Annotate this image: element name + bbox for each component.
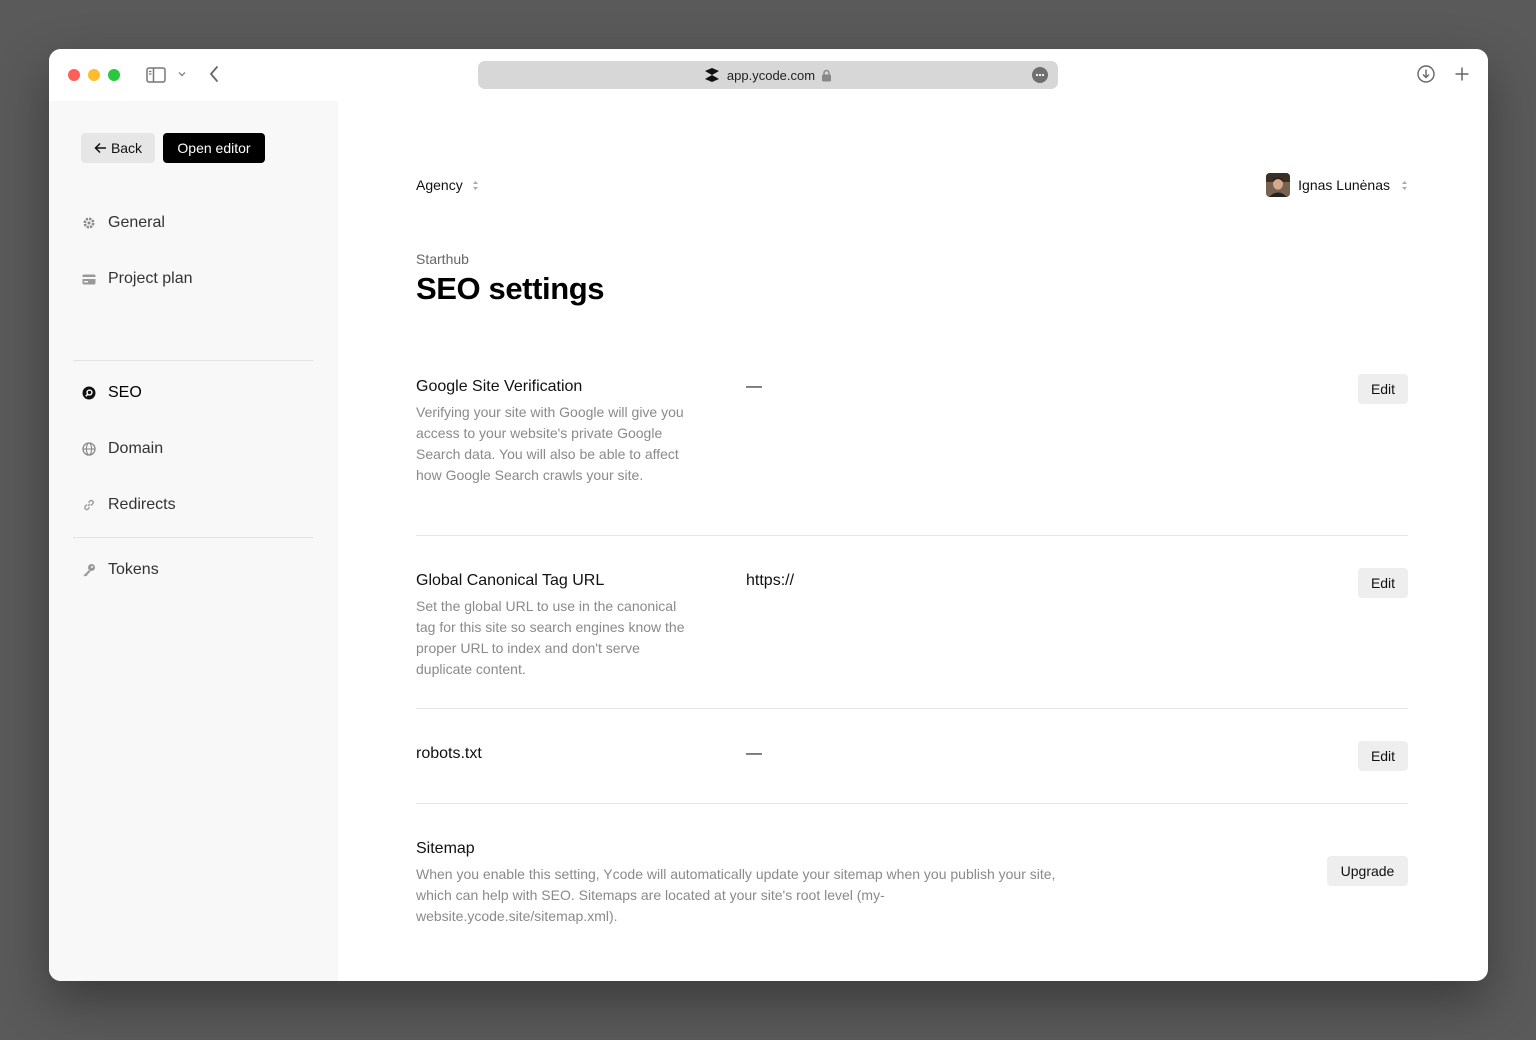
avatar <box>1266 173 1291 197</box>
sidebar-item-label: SEO <box>108 384 142 401</box>
sidebar-item-seo[interactable]: SEO <box>81 381 142 405</box>
setting-value: https:// <box>746 572 795 589</box>
gear-icon <box>81 215 97 231</box>
globe-icon <box>81 441 97 457</box>
sidebar-divider <box>73 537 313 538</box>
breadcrumb: Starthub <box>416 251 469 267</box>
workspace-select[interactable]: Agency <box>416 177 479 193</box>
new-tab-icon[interactable] <box>1452 64 1472 84</box>
setting-title: Sitemap <box>416 840 475 857</box>
row-divider <box>416 535 1408 536</box>
arrow-left-icon <box>94 142 107 154</box>
sidebar-item-label: General <box>108 214 165 231</box>
setting-value: — <box>746 745 762 762</box>
browser-window: app.ycode.com Back Open editor General P… <box>49 49 1488 981</box>
ycode-logo-icon <box>703 67 721 83</box>
open-editor-button[interactable]: Open editor <box>163 133 265 163</box>
setting-sitemap: Sitemap When you enable this setting, Yc… <box>416 840 1408 930</box>
chevron-updown-icon <box>472 180 479 191</box>
sidebar-item-label: Redirects <box>108 496 176 513</box>
download-icon[interactable] <box>1416 64 1436 84</box>
back-button-label: Back <box>110 140 143 156</box>
sidebar-toggle-icon[interactable] <box>146 66 166 83</box>
card-icon <box>81 271 97 287</box>
sidebar-item-label: Domain <box>108 440 164 457</box>
address-bar-url: app.ycode.com <box>726 67 816 83</box>
setting-title: robots.txt <box>416 745 482 762</box>
edit-button[interactable]: Edit <box>1358 374 1408 404</box>
setting-description: When you enable this setting, Ycode will… <box>416 866 1056 924</box>
workspace-name: Agency <box>416 177 463 193</box>
setting-description: Set the global URL to use in the canonic… <box>416 598 685 677</box>
edit-button[interactable]: Edit <box>1358 568 1408 598</box>
link-icon <box>81 497 97 513</box>
sidebar-item-label: Project plan <box>108 270 193 287</box>
zoom-window-button[interactable] <box>108 69 120 81</box>
setting-global-canonical-url: Global Canonical Tag URL Set the global … <box>416 568 1408 682</box>
upgrade-button[interactable]: Upgrade <box>1327 856 1408 886</box>
more-options-icon[interactable] <box>1032 67 1048 83</box>
setting-title: Google Site Verification <box>416 378 583 395</box>
sidebar-item-tokens[interactable]: Tokens <box>81 558 159 582</box>
setting-description: Verifying your site with Google will giv… <box>416 404 684 483</box>
lock-icon <box>821 69 833 82</box>
main-content: Agency Ignas Lunėnas Starthub SEO settin… <box>338 101 1488 981</box>
user-name: Ignas Lunėnas <box>1298 177 1390 193</box>
seo-icon <box>81 385 97 401</box>
sidebar-divider <box>73 360 313 361</box>
edit-button[interactable]: Edit <box>1358 741 1408 771</box>
browser-titlebar: app.ycode.com <box>49 49 1488 101</box>
row-divider <box>416 708 1408 709</box>
setting-robots-txt: robots.txt — Edit <box>416 741 1408 775</box>
address-bar[interactable]: app.ycode.com <box>478 61 1058 89</box>
row-divider <box>416 803 1408 804</box>
sidebar-item-domain[interactable]: Domain <box>81 437 163 461</box>
browser-back-icon[interactable] <box>205 64 223 84</box>
close-window-button[interactable] <box>68 69 80 81</box>
setting-google-site-verification: Google Site Verification Verifying your … <box>416 374 1408 508</box>
chevron-updown-icon <box>1401 180 1408 191</box>
user-menu[interactable]: Ignas Lunėnas <box>1266 173 1408 197</box>
minimize-window-button[interactable] <box>88 69 100 81</box>
sidebar-item-general[interactable]: General <box>81 211 165 235</box>
sidebar-item-project-plan[interactable]: Project plan <box>81 267 193 291</box>
setting-title: Global Canonical Tag URL <box>416 572 605 589</box>
settings-sidebar: Back Open editor General Project plan SE… <box>49 101 338 981</box>
back-button[interactable]: Back <box>81 133 155 163</box>
setting-value: — <box>746 378 762 395</box>
page-title: SEO settings <box>416 271 605 306</box>
sidebar-item-label: Tokens <box>108 561 159 578</box>
key-icon <box>81 562 97 578</box>
sidebar-item-redirects[interactable]: Redirects <box>81 493 176 517</box>
chevron-down-icon[interactable] <box>176 67 188 81</box>
